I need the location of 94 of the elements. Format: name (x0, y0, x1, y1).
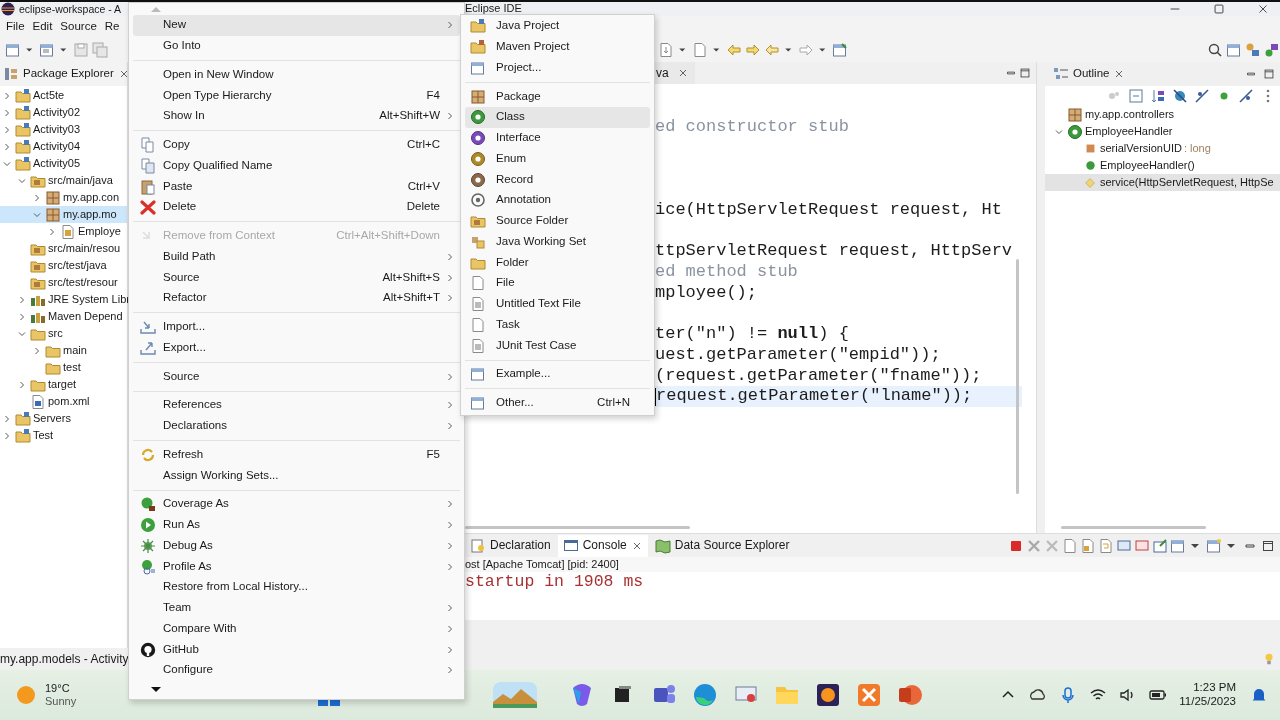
tree-item[interactable]: serialVersionUID : long (1045, 140, 1280, 157)
menu-item[interactable]: Delete Delete (133, 197, 460, 218)
status-text: my.app.models - Activity (0, 651, 129, 667)
tree-item[interactable]: Activity02 (0, 104, 127, 121)
menu-item[interactable]: Source Alt+Shift+S (133, 267, 460, 288)
menu-bar-item[interactable]: Source (56, 20, 101, 34)
tree-item[interactable]: pom.xml (0, 393, 127, 410)
tree-item[interactable]: Act5te (0, 87, 127, 104)
tree-item[interactable]: my.app.mo (0, 206, 127, 223)
menu-item[interactable]: Refresh F5 (133, 444, 460, 466)
menu-item[interactable]: Task (465, 314, 650, 336)
clock-time[interactable]: 1:23 PM (1179, 681, 1236, 695)
tree-item[interactable]: Maven Depend (0, 308, 127, 325)
menu-item[interactable]: Other... Ctrl+N (465, 392, 650, 414)
menu-item[interactable]: Java Project (465, 16, 650, 37)
code-line: mployee(); (655, 282, 759, 304)
menu-item[interactable]: Maven Project (465, 36, 650, 58)
tree-item[interactable]: src/main/resou (0, 240, 127, 257)
tree-item[interactable]: target (0, 376, 127, 393)
panel-tab[interactable]: Declaration (465, 534, 556, 557)
menu-item[interactable]: Class (465, 107, 650, 128)
menu-item[interactable]: Folder (465, 252, 650, 273)
tree-item[interactable]: src/test/java (0, 257, 127, 274)
tree-item[interactable]: test (0, 359, 127, 376)
menu-item[interactable]: Source Folder (465, 210, 650, 232)
menu-item[interactable]: Copy Ctrl+C (133, 134, 460, 156)
tree-item[interactable]: Test (0, 427, 127, 444)
menu-item[interactable]: Enum (465, 148, 650, 170)
code-line: uest.getParameter("empid")); (655, 344, 942, 366)
tree-item[interactable]: Activity05 (0, 155, 127, 172)
tree-item[interactable]: JRE System Libr (0, 291, 127, 308)
window-title: Eclipse IDE (465, 2, 522, 16)
menu-item[interactable]: Example... (465, 364, 650, 385)
menu-item[interactable]: Paste Ctrl+V (133, 176, 460, 197)
menu-item[interactable]: Go Into (133, 35, 460, 57)
menu-item[interactable]: Java Working Set (465, 231, 650, 253)
tree-item[interactable]: Servers (0, 410, 127, 427)
menu-item[interactable]: Coverage As (133, 494, 460, 515)
window-title: eclipse-workspace - A (19, 2, 122, 16)
menu-item[interactable]: Refactor Alt+Shift+T (133, 288, 460, 309)
code-line: (request.getParameter("fname")); (655, 365, 983, 387)
tree-item[interactable]: EmployeeHandler() (1045, 157, 1280, 174)
tree-item[interactable]: main (0, 342, 127, 359)
tree-item[interactable]: src (0, 325, 127, 342)
tree-item[interactable]: my.app.con (0, 189, 127, 206)
menu-item[interactable]: File (465, 273, 650, 294)
menu-item[interactable]: Untitled Text File (465, 293, 650, 315)
temperature: 19°C (45, 681, 71, 695)
menu-item[interactable]: Interface (465, 127, 650, 149)
menu-item[interactable]: JUnit Test Case (465, 335, 650, 356)
menu-bar-item[interactable]: File (2, 20, 29, 34)
tree-item[interactable]: EmployeeHandler (1045, 123, 1280, 140)
tree-item[interactable]: service(HttpServletRequest, HttpSe (1045, 174, 1280, 191)
menu-item[interactable]: Record (465, 169, 650, 190)
tree-item[interactable]: src/test/resour (0, 274, 127, 291)
menu-item[interactable]: Build Path (133, 246, 460, 268)
panel-tab[interactable]: Console (557, 534, 648, 557)
menu-item[interactable]: Restore from Local History... (133, 577, 460, 598)
menu-item[interactable]: Open Type Hierarchy F4 (133, 85, 460, 106)
menu-item[interactable]: Assign Working Sets... (133, 465, 460, 486)
clock-date[interactable]: 11/25/2023 (1179, 695, 1236, 709)
menu-item[interactable]: Package (465, 86, 650, 107)
menu-item[interactable]: Run As (133, 514, 460, 536)
tree-item[interactable]: src/main/java (0, 172, 127, 189)
code-line: ttpServletRequest request, HttpServ (655, 241, 1014, 262)
code-line: ed method stub (655, 261, 799, 283)
menu-bar-item[interactable]: Edit (28, 20, 57, 34)
menu-item[interactable]: New (133, 15, 460, 36)
menu-item[interactable]: Configure (133, 660, 460, 681)
menu-item[interactable]: Source (133, 366, 460, 387)
menu-item[interactable]: GitHub (133, 639, 460, 660)
weather-condition: Sunny (45, 695, 78, 709)
code-line: ed constructor stub (655, 116, 850, 138)
tree-item[interactable]: my.app.controllers (1045, 106, 1280, 123)
menu-item[interactable]: Team (133, 597, 460, 619)
code-line: ice(HttpServletRequest request, Ht (655, 199, 1003, 221)
menu-item[interactable]: Import... (133, 316, 460, 338)
view-tab[interactable]: Outline (1073, 67, 1110, 81)
tree-item[interactable]: Activity03 (0, 121, 127, 138)
menu-item[interactable]: Export... (133, 337, 460, 359)
panel-tab[interactable]: Data Source Explorer (649, 534, 795, 557)
menu-item[interactable]: Show In Alt+Shift+W (133, 106, 460, 127)
menu-item[interactable]: Project... (465, 57, 650, 79)
menu-item[interactable]: References (133, 395, 460, 416)
menu-item[interactable]: Annotation (465, 190, 650, 211)
menu-item[interactable]: Declarations (133, 415, 460, 437)
menu-item[interactable]: Debug As (133, 535, 460, 557)
tree-item[interactable]: Employe (0, 223, 127, 240)
menu-item[interactable]: Compare With (133, 618, 460, 640)
menu-item[interactable]: Copy Qualified Name (133, 155, 460, 177)
code-line: ter("n") != null) { (655, 324, 850, 345)
tree-item[interactable]: Activity04 (0, 138, 127, 155)
menu-item[interactable]: Open in New Window (133, 64, 460, 86)
menu-bar-item[interactable]: Re (100, 20, 124, 34)
